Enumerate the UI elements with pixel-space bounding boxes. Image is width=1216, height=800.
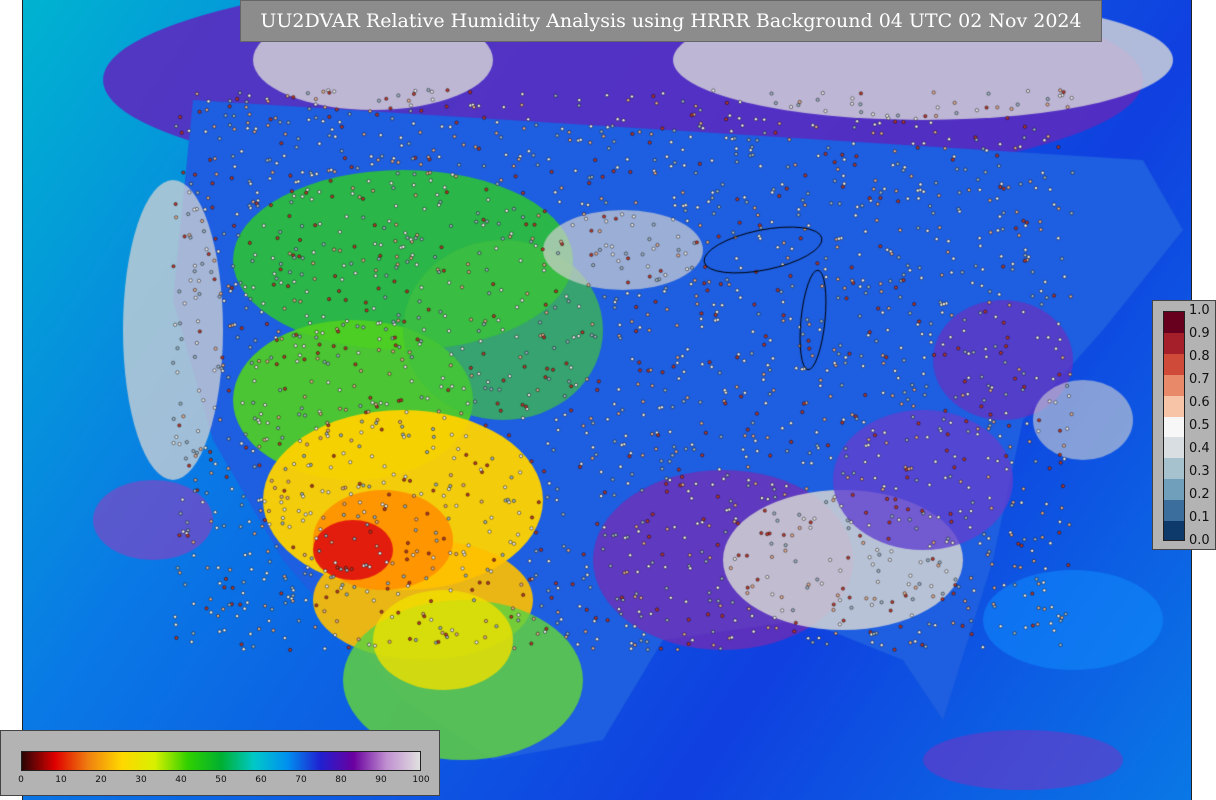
rh-tick-label: 20 [95, 775, 107, 785]
innovation-tick-label: 0.2 [1189, 487, 1210, 502]
innovation-tick-label: 0.3 [1189, 464, 1210, 479]
rh-tick-label: 30 [135, 775, 147, 785]
innovation-colorbar-segment [1164, 395, 1184, 418]
rh-tick-label: 10 [55, 775, 67, 785]
innovation-colorbar-segment [1164, 437, 1184, 460]
innovation-colorbar-segment [1164, 374, 1184, 397]
rh-tick-label: 40 [175, 775, 187, 785]
rh-analysis-map [22, 0, 1192, 800]
rh-tick-label: 100 [412, 775, 430, 785]
map-title: UU2DVAR Relative Humidity Analysis using… [240, 0, 1102, 42]
innovation-colorbar: 1.0 0.9 0.8 0.7 0.6 0.5 0.4 0.3 0.2 0.1 0.0 [1152, 300, 1216, 550]
innovation-colorbar-segment [1164, 416, 1184, 439]
innovation-colorbar-segment [1164, 312, 1184, 334]
innovation-colorbar-segment [1164, 332, 1184, 355]
innovation-tick-label: 0.7 [1189, 372, 1210, 387]
rh-colorbar-bar [21, 751, 421, 771]
rh-colorbar: 0 10 20 30 40 50 60 70 80 90 100 [0, 730, 440, 796]
innovation-tick-label: 0.8 [1189, 349, 1210, 364]
innovation-tick-label: 0.4 [1189, 441, 1210, 456]
rh-analysis-image [23, 0, 1191, 800]
innovation-tick-label: 0.0 [1189, 533, 1210, 548]
innovation-tick-label: 0.6 [1189, 395, 1210, 410]
rh-tick-label: 90 [375, 775, 387, 785]
innovation-colorbar-segment [1164, 458, 1184, 481]
innovation-tick-label: 1.0 [1189, 303, 1210, 318]
innovation-tick-label: 0.5 [1189, 418, 1210, 433]
rh-tick-label: 0 [18, 775, 24, 785]
rh-tick-label: 80 [335, 775, 347, 785]
innovation-colorbar-segment [1164, 353, 1184, 376]
innovation-colorbar-segment [1164, 500, 1184, 523]
innovation-colorbar-segment [1164, 521, 1184, 540]
rh-tick-label: 50 [215, 775, 227, 785]
innovation-tick-label: 0.1 [1189, 510, 1210, 525]
rh-tick-label: 70 [295, 775, 307, 785]
innovation-colorbar-segment [1164, 479, 1184, 502]
innovation-tick-label: 0.9 [1189, 326, 1210, 341]
innovation-colorbar-bar [1163, 311, 1185, 541]
rh-tick-label: 60 [255, 775, 267, 785]
